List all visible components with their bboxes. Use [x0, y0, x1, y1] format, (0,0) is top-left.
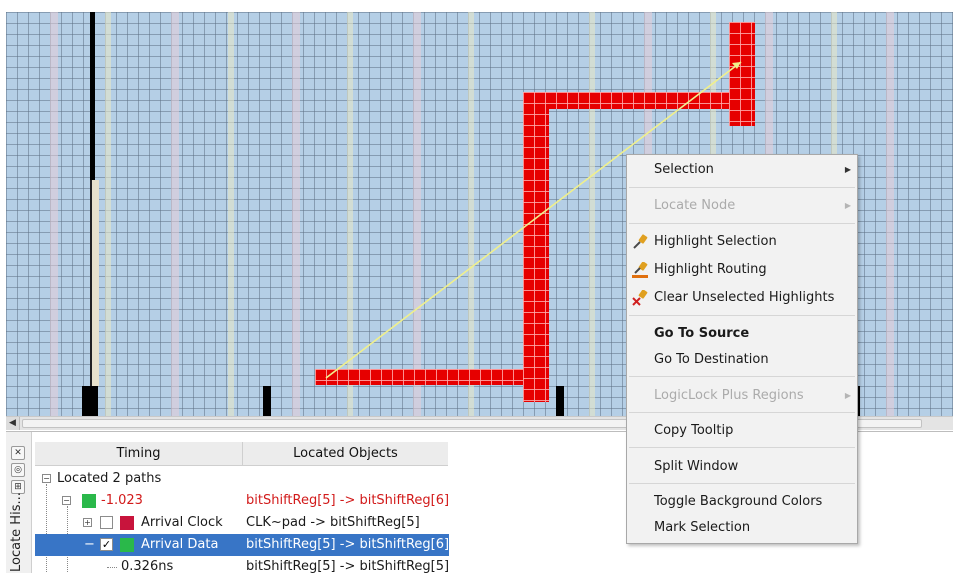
objects-cell: CLK~pad -> bitShiftReg[5]: [246, 515, 420, 530]
menu-item-selection[interactable]: Selection ▶: [627, 158, 857, 182]
menu-separator: [629, 315, 855, 316]
menu-item-label: Highlight Selection: [654, 234, 777, 249]
menu-separator: [629, 447, 855, 448]
menu-item-label: LogicLock Plus Regions: [654, 388, 804, 403]
collapse-icon[interactable]: −: [84, 534, 95, 556]
close-icon[interactable]: ✕: [11, 446, 25, 460]
menu-item-label: Go To Destination: [654, 352, 769, 367]
menu-item-logiclock-plus-regions: LogicLock Plus Regions ▶: [627, 384, 857, 408]
menu-item-label: Locate Node: [654, 198, 736, 213]
menu-item-label: Mark Selection: [654, 520, 751, 535]
menu-item-clear-unselected-highlights[interactable]: Clear Unselected Highlights: [627, 286, 857, 310]
context-menu: Selection ▶ Locate Node ▶ Highlight Sele…: [626, 154, 858, 544]
panel-side-strip: ✕ ◎ ⊞ Locate His...: [6, 432, 32, 573]
timing-cell: 0.326ns: [121, 559, 174, 573]
objects-cell: bitShiftReg[5] -> bitShiftReg[5]: [246, 559, 450, 573]
tree-row-delay[interactable]: 0.326ns bitShiftReg[5] -> bitShiftReg[5]: [35, 556, 449, 573]
menu-item-label: Clear Unselected Highlights: [654, 290, 835, 305]
arrival-data-color-swatch: [120, 538, 134, 552]
timing-cell: Arrival Data: [141, 537, 219, 552]
menu-separator: [629, 223, 855, 224]
scroll-left-arrow-icon[interactable]: ◀: [6, 417, 20, 430]
menu-item-label: Selection: [654, 162, 714, 177]
menu-item-go-to-source[interactable]: Go To Source: [627, 322, 857, 346]
highlight-routing-icon: [632, 262, 648, 278]
menu-separator: [629, 376, 855, 377]
menu-separator: [629, 483, 855, 484]
tree-row-arrival-data[interactable]: − ✓ Arrival Data bitShiftReg[5] -> bitSh…: [35, 534, 449, 556]
objects-cell: bitShiftReg[5] -> bitShiftReg[6]: [246, 537, 450, 552]
tree-line: [107, 567, 117, 568]
menu-item-label: Go To Source: [654, 326, 750, 341]
menu-item-highlight-selection[interactable]: Highlight Selection: [627, 230, 857, 254]
submenu-arrow-icon: ▶: [844, 201, 851, 210]
menu-item-split-window[interactable]: Split Window: [627, 455, 857, 479]
menu-item-copy-tooltip[interactable]: Copy Tooltip: [627, 419, 857, 443]
expand-icon[interactable]: +: [83, 518, 92, 527]
visibility-checkbox[interactable]: ✓: [100, 538, 113, 551]
timing-cell: Arrival Clock: [141, 515, 223, 530]
arrival-clock-color-swatch: [120, 516, 134, 530]
menu-item-label: Copy Tooltip: [654, 423, 734, 438]
collapse-icon[interactable]: −: [42, 474, 51, 483]
menu-item-locate-node: Locate Node ▶: [627, 194, 857, 218]
slack-color-swatch: [82, 494, 96, 508]
panel-title: Locate His...: [9, 492, 24, 572]
highlight-selection-icon: [633, 234, 648, 249]
tree-row-path[interactable]: − -1.023 bitShiftReg[5] -> bitShiftReg[6…: [35, 490, 449, 512]
menu-item-go-to-destination[interactable]: Go To Destination: [627, 348, 857, 372]
column-header-timing[interactable]: Timing: [35, 442, 242, 466]
column-header-located-objects[interactable]: Located Objects: [243, 442, 448, 466]
timing-cell: -1.023: [101, 493, 143, 508]
menu-item-label: Toggle Background Colors: [654, 494, 823, 509]
clear-highlights-icon: [632, 290, 648, 306]
timing-cell: Located 2 paths: [57, 471, 162, 486]
menu-item-highlight-routing[interactable]: Highlight Routing: [627, 258, 857, 282]
objects-cell: bitShiftReg[5] -> bitShiftReg[6]: [246, 493, 450, 508]
menu-separator: [629, 412, 855, 413]
tree-row-located-paths[interactable]: − Located 2 paths: [35, 468, 449, 490]
collapse-icon[interactable]: −: [62, 496, 71, 505]
tree-row-arrival-clock[interactable]: + Arrival Clock CLK~pad -> bitShiftReg[5…: [35, 512, 449, 534]
menu-item-label: Highlight Routing: [654, 262, 767, 277]
menu-item-mark-selection[interactable]: Mark Selection: [627, 516, 857, 540]
menu-separator: [629, 187, 855, 188]
menu-item-toggle-background-colors[interactable]: Toggle Background Colors: [627, 490, 857, 514]
visibility-checkbox[interactable]: [100, 516, 113, 529]
submenu-arrow-icon: ▶: [844, 165, 851, 174]
column-header-row: Timing Located Objects: [35, 442, 448, 466]
menu-item-label: Split Window: [654, 459, 739, 474]
submenu-arrow-icon: ▶: [844, 391, 851, 400]
float-icon[interactable]: ◎: [11, 463, 25, 477]
